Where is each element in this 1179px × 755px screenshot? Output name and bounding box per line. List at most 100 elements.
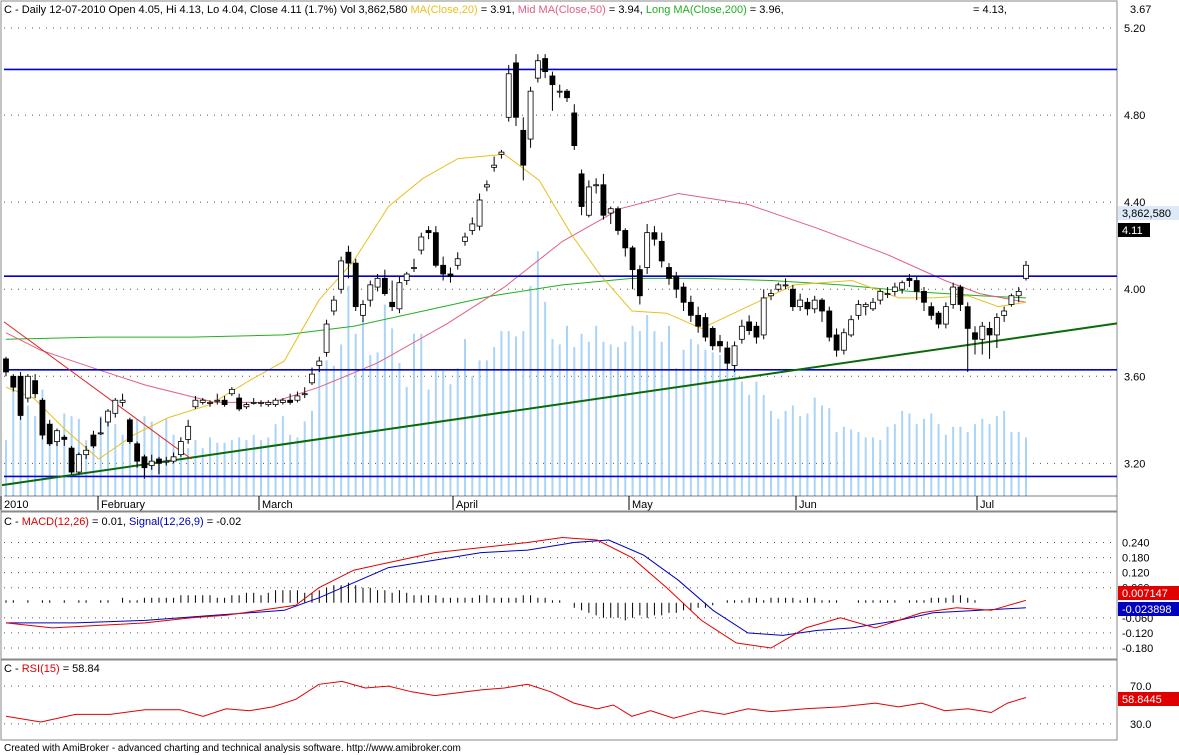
volume-bar bbox=[420, 333, 423, 496]
candle-up bbox=[731, 345, 738, 366]
candle-down bbox=[804, 301, 811, 310]
candle-up bbox=[505, 73, 512, 118]
rsi-grid bbox=[4, 685, 1117, 725]
candle-up bbox=[119, 399, 126, 403]
candle-down bbox=[819, 299, 825, 312]
volume-bar bbox=[995, 416, 998, 496]
macd-tick-label: 0.240 bbox=[1122, 538, 1150, 550]
volume-bar bbox=[711, 352, 714, 496]
candle-down bbox=[17, 375, 24, 416]
candle-down bbox=[666, 267, 672, 279]
candle-up bbox=[899, 282, 906, 290]
candle-up bbox=[1001, 310, 1008, 316]
candle-down bbox=[141, 456, 148, 469]
price-tick-label: 5.20 bbox=[1124, 23, 1145, 35]
volume-bar bbox=[471, 376, 474, 496]
volume-bar bbox=[638, 331, 641, 496]
volume-bar bbox=[551, 339, 554, 496]
volume-bar bbox=[405, 386, 408, 496]
volume-bar bbox=[48, 440, 51, 496]
volume-bar bbox=[449, 384, 452, 496]
candle-up bbox=[75, 454, 82, 473]
candle-up bbox=[462, 236, 468, 242]
candle-down bbox=[61, 436, 68, 440]
volume-bar bbox=[369, 355, 372, 496]
candle-up bbox=[243, 404, 250, 408]
volume-bar bbox=[1025, 437, 1027, 496]
candle-up bbox=[768, 293, 774, 297]
volume-bar bbox=[813, 397, 816, 496]
volume-bar bbox=[901, 410, 904, 496]
macd-tick-label: 0.120 bbox=[1122, 568, 1150, 580]
candle-up bbox=[228, 388, 235, 395]
candle-down bbox=[156, 458, 162, 464]
x-tick-label: 2010 bbox=[4, 499, 28, 511]
candle-down bbox=[32, 380, 39, 395]
volume-bar bbox=[740, 381, 743, 496]
candle-down bbox=[921, 291, 927, 303]
volume-bar bbox=[719, 355, 721, 496]
volume-bar bbox=[755, 381, 758, 496]
volume-bar bbox=[923, 418, 925, 496]
candle-down bbox=[134, 443, 141, 462]
volume-bar bbox=[311, 410, 313, 496]
candle-up bbox=[411, 267, 417, 269]
volume-bar bbox=[981, 418, 984, 496]
volume-bar bbox=[427, 389, 430, 496]
candle-up bbox=[360, 304, 366, 316]
candle-up bbox=[891, 286, 898, 292]
volume-bar bbox=[376, 352, 379, 496]
candle-up bbox=[942, 306, 949, 325]
volume-bar bbox=[959, 426, 962, 496]
volume-bar bbox=[107, 421, 109, 496]
x-tick-label: March bbox=[262, 499, 293, 511]
volume-bar bbox=[646, 315, 649, 496]
candle-up bbox=[534, 60, 541, 79]
volume-bar bbox=[915, 424, 918, 496]
volume-bar bbox=[988, 424, 991, 496]
candle-down bbox=[39, 399, 46, 436]
volume-bar bbox=[362, 320, 364, 496]
candle-down bbox=[680, 286, 687, 303]
volume-bar bbox=[762, 394, 765, 496]
stock-chart: C - Daily 12-07-2010 Open 4.05, Hi 4.13,… bbox=[0, 0, 1179, 754]
candle-up bbox=[207, 402, 213, 404]
candle-up bbox=[338, 260, 345, 290]
candle-down bbox=[709, 328, 716, 347]
candle-up bbox=[950, 286, 957, 305]
volume-bar bbox=[595, 325, 598, 496]
candle-down bbox=[986, 328, 993, 336]
candle-down bbox=[928, 306, 935, 316]
candle-up bbox=[498, 151, 505, 155]
candle-down bbox=[724, 347, 731, 364]
volume-bar bbox=[893, 424, 896, 496]
candle-down bbox=[345, 251, 352, 264]
x-tick-label: April bbox=[456, 499, 478, 511]
price-tick-label: 3.20 bbox=[1124, 458, 1145, 470]
volume-bar bbox=[442, 370, 445, 496]
candle-down bbox=[913, 280, 920, 292]
volume-bar bbox=[1003, 410, 1006, 496]
volume-bar bbox=[930, 413, 933, 496]
volume-bar bbox=[216, 442, 219, 496]
candle-up bbox=[644, 232, 651, 268]
volume-bar bbox=[1017, 432, 1020, 496]
candle-up bbox=[585, 186, 592, 216]
candle-down bbox=[789, 288, 796, 308]
candle-up bbox=[170, 456, 177, 462]
volume-bar bbox=[391, 328, 394, 496]
volume-bar bbox=[536, 251, 539, 496]
candle-up bbox=[979, 325, 986, 340]
candle-down bbox=[935, 312, 942, 325]
volume-bar bbox=[770, 410, 772, 496]
volume-bar bbox=[864, 437, 867, 496]
macd-tick-label: -0.180 bbox=[1122, 643, 1153, 655]
candle-up bbox=[782, 284, 789, 287]
downtrend-line bbox=[3, 321, 192, 460]
macd-tick-label: -0.120 bbox=[1122, 628, 1153, 640]
candle-down bbox=[753, 325, 760, 338]
volume-bar bbox=[653, 331, 656, 496]
volume-bar bbox=[187, 448, 190, 496]
candle-down bbox=[833, 334, 840, 351]
candle-up bbox=[840, 332, 847, 351]
